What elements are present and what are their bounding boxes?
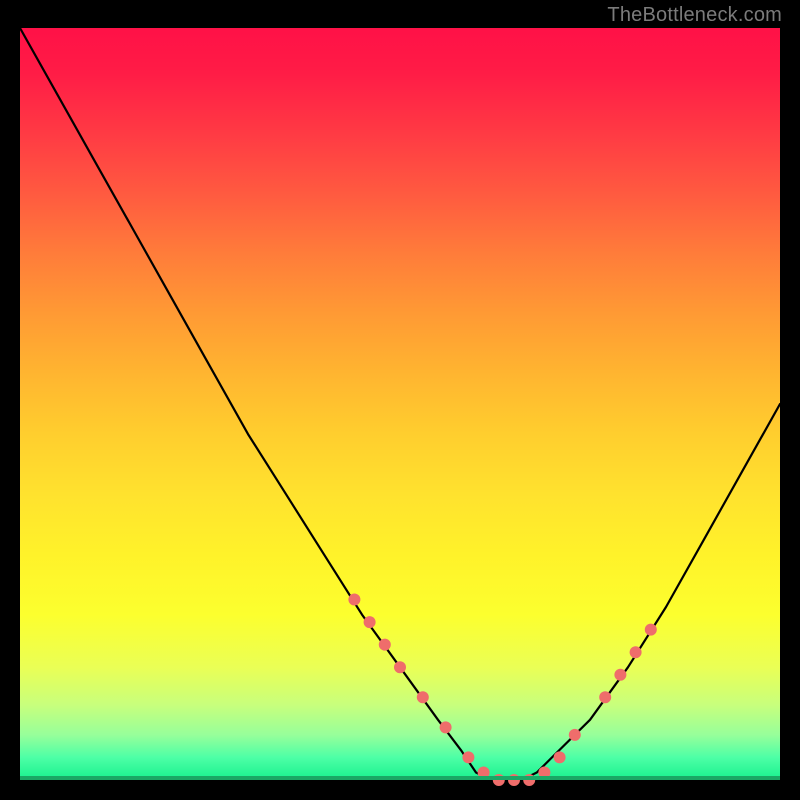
highlight-marker	[599, 691, 611, 703]
highlight-marker	[508, 774, 520, 786]
chart-stage: TheBottleneck.com	[0, 0, 800, 800]
highlight-marker	[478, 767, 490, 779]
highlight-marker	[493, 774, 505, 786]
highlight-marker	[440, 721, 452, 733]
highlight-marker	[394, 661, 406, 673]
highlight-marker	[348, 594, 360, 606]
watermark-text: TheBottleneck.com	[607, 4, 782, 27]
highlight-marker	[645, 624, 657, 636]
highlight-marker	[523, 774, 535, 786]
plot-area	[20, 28, 780, 780]
highlight-marker	[569, 729, 581, 741]
highlight-marker	[462, 751, 474, 763]
highlight-marker	[630, 646, 642, 658]
highlight-marker	[379, 639, 391, 651]
highlight-marker	[614, 669, 626, 681]
highlight-marker	[364, 616, 376, 628]
highlight-marker	[554, 751, 566, 763]
bottleneck-curve-svg	[20, 28, 780, 780]
highlight-marker	[417, 691, 429, 703]
highlight-marker	[538, 767, 550, 779]
